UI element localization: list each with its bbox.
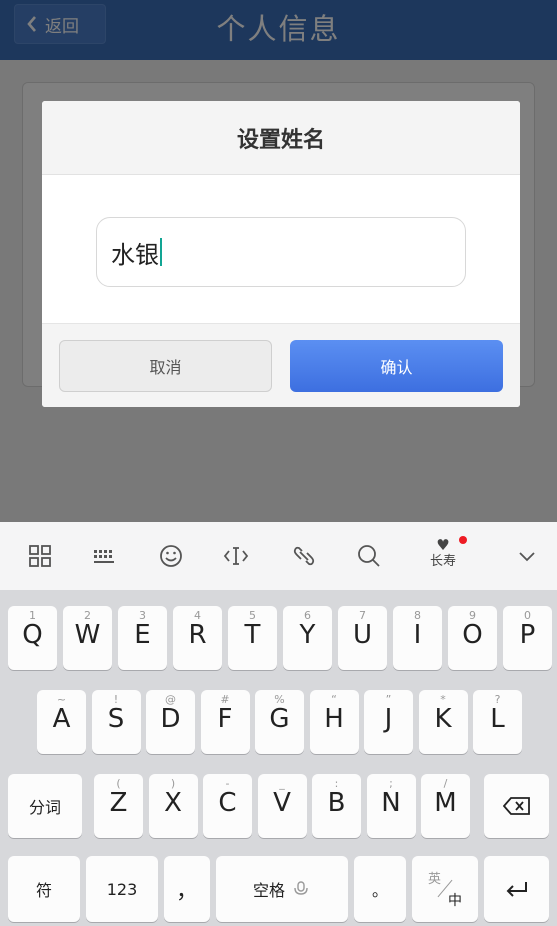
- space-label: 空格: [252, 881, 285, 900]
- key-label: N: [381, 788, 401, 818]
- key-label: H: [324, 704, 344, 734]
- key-t[interactable]: 5T: [228, 606, 277, 670]
- key-label: Z: [109, 788, 128, 818]
- key-c[interactable]: -C: [203, 774, 252, 838]
- key-j[interactable]: ” J: [364, 690, 413, 754]
- key-b[interactable]: :B: [312, 774, 361, 838]
- key-h[interactable]: “H: [309, 690, 359, 754]
- key-label: Q: [22, 620, 43, 650]
- key-label: J: [384, 704, 393, 734]
- key-v[interactable]: _ V: [257, 774, 307, 838]
- key-m[interactable]: / M: [421, 774, 470, 838]
- changshou-label: 长寿: [429, 554, 456, 569]
- cancel-button[interactable]: 取消: [59, 340, 272, 392]
- number-key[interactable]: 123: [86, 856, 158, 922]
- key-label: E: [134, 620, 151, 650]
- key-label: G: [269, 704, 290, 734]
- set-name-dialog: 设置姓名 水银 取消 确认: [42, 101, 520, 407]
- key-a[interactable]: ~ A: [37, 690, 86, 754]
- key-o[interactable]: 9O: [448, 606, 497, 670]
- heart-icon: ♥: [436, 536, 450, 554]
- key-n[interactable]: ; N: [366, 774, 416, 838]
- symbol-key[interactable]: 符: [8, 856, 80, 922]
- key-label: K: [434, 704, 452, 734]
- language-switch-key[interactable]: 英中: [412, 856, 478, 922]
- comma-key[interactable]: ，: [164, 856, 210, 922]
- key-l[interactable]: ? L: [473, 690, 522, 754]
- text-caret: [160, 238, 162, 266]
- changshou-icon[interactable]: ♥ 长寿: [423, 536, 463, 578]
- dialog-footer: 取消 确认: [42, 323, 520, 407]
- key-label: T: [244, 620, 261, 650]
- microphone-icon: [294, 881, 308, 895]
- key-p[interactable]: 0P: [503, 606, 552, 670]
- key-label: M: [434, 788, 457, 818]
- key-label: W: [74, 620, 101, 650]
- key-label: F: [217, 704, 233, 734]
- lang-en-label: 英: [428, 872, 442, 887]
- key-e[interactable]: 3E: [118, 606, 167, 670]
- key-r[interactable]: 4R: [173, 606, 222, 670]
- notification-dot: [459, 536, 467, 544]
- emoji-icon[interactable]: [154, 539, 188, 573]
- key-label: S: [107, 704, 125, 734]
- backspace-key[interactable]: [484, 774, 549, 838]
- key-label: C: [218, 788, 237, 818]
- dialog-title: 设置姓名: [42, 101, 520, 175]
- lang-zh-label: 中: [448, 893, 462, 909]
- soft-keyboard: ♥ 长寿 1 Q 2 W 3 E 4 R 5 T 6 Y 7 U 8 I 9 O 0 P ~ A! S @ D # F% G “H” J *…: [0, 522, 557, 926]
- key-f[interactable]: # F: [200, 690, 250, 754]
- enter-key[interactable]: [484, 856, 549, 922]
- key-label: Y: [299, 620, 316, 650]
- key-label: P: [519, 620, 536, 650]
- key-label: U: [352, 620, 373, 650]
- key-d[interactable]: @ D: [146, 690, 195, 754]
- key-label: L: [490, 704, 505, 734]
- key-y[interactable]: 6Y: [283, 606, 332, 670]
- key-w[interactable]: 2W: [63, 606, 112, 670]
- key-z[interactable]: (Z: [94, 774, 143, 838]
- key-q[interactable]: 1Q: [8, 606, 57, 670]
- key-label: B: [327, 788, 346, 818]
- key-label: R: [188, 620, 207, 650]
- key-s[interactable]: ! S: [91, 690, 141, 754]
- key-x[interactable]: ) X: [148, 774, 198, 838]
- enter-icon: [506, 882, 527, 897]
- key-label: I: [413, 620, 422, 650]
- key-u[interactable]: 7U: [338, 606, 387, 670]
- link-icon[interactable]: [287, 539, 321, 573]
- key-label: A: [52, 704, 71, 734]
- backspace-icon: [502, 797, 530, 815]
- collapse-icon[interactable]: [510, 539, 544, 573]
- cursor-icon[interactable]: [219, 539, 253, 573]
- keyboard-toolbar: ♥ 长寿: [0, 522, 557, 590]
- key-label: O: [462, 620, 483, 650]
- key-i[interactable]: 8I: [393, 606, 442, 670]
- space-key[interactable]: 空格: [216, 856, 348, 922]
- grid-icon[interactable]: [23, 539, 57, 573]
- key-label: X: [164, 788, 182, 818]
- key-label: V: [273, 788, 291, 818]
- dialog-body: 水银: [42, 175, 520, 323]
- key-label: D: [160, 704, 181, 734]
- name-input-value: 水银: [111, 240, 159, 269]
- fenci-key[interactable]: 分词: [8, 774, 82, 838]
- keyboard-icon[interactable]: [87, 539, 121, 573]
- name-input[interactable]: 水银: [96, 217, 466, 287]
- search-icon[interactable]: [352, 539, 386, 573]
- key-k[interactable]: * K: [418, 690, 468, 754]
- confirm-button[interactable]: 确认: [290, 340, 503, 392]
- key-g[interactable]: % G: [255, 690, 304, 754]
- period-key[interactable]: 。: [354, 856, 406, 922]
